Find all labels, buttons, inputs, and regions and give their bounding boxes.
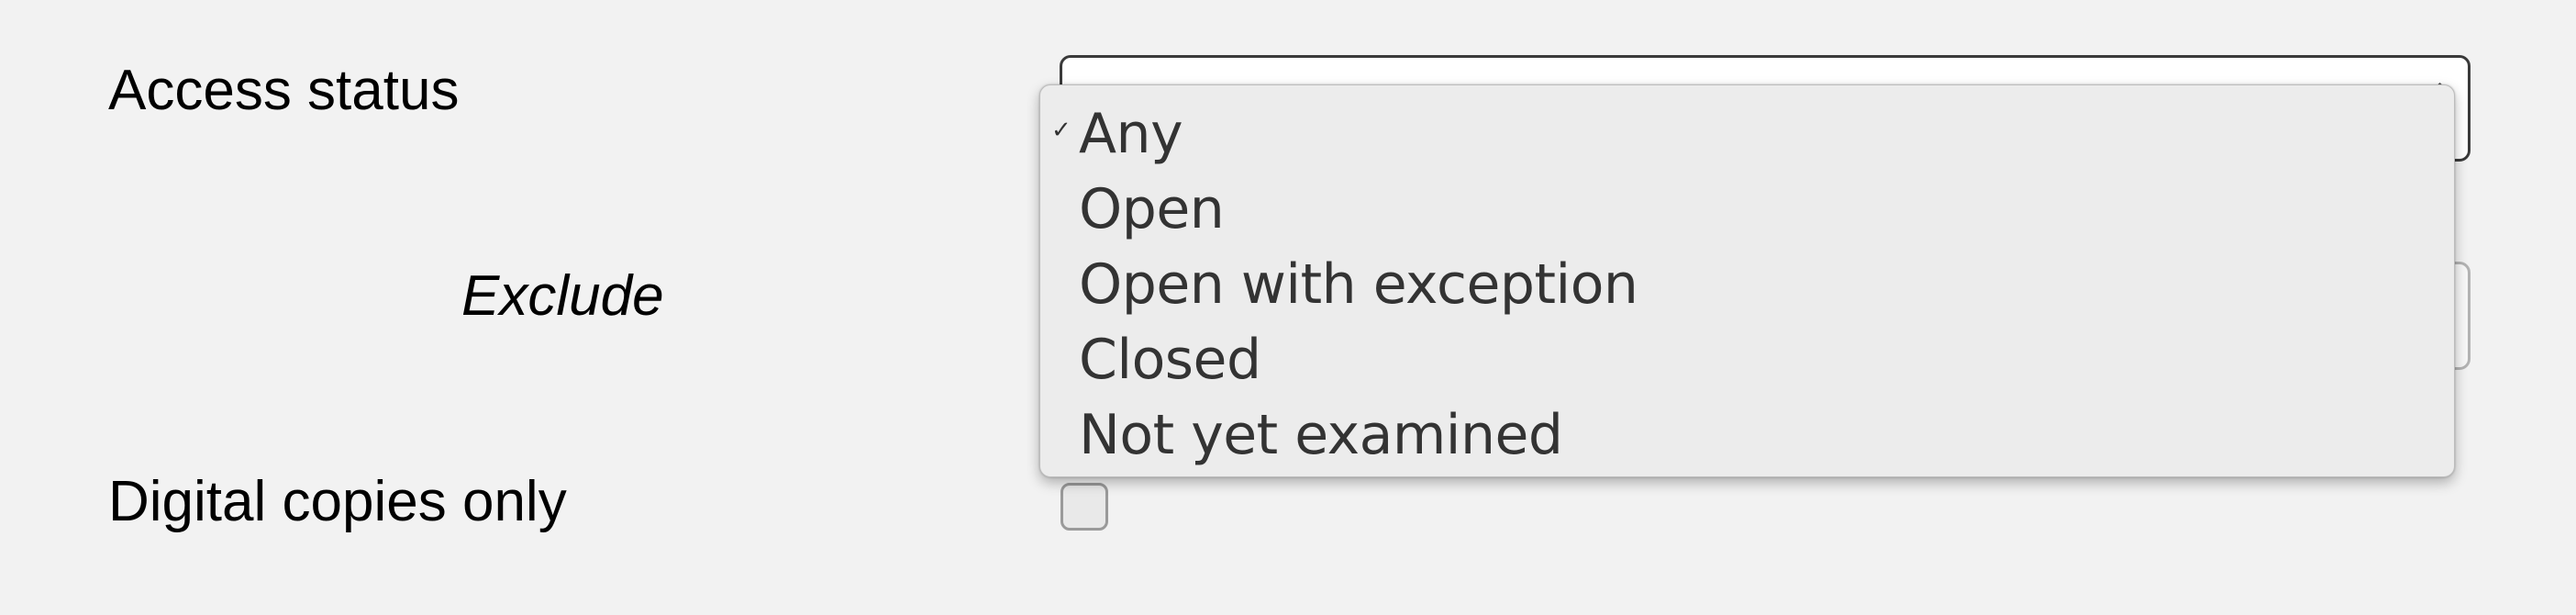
option-open-with-exception[interactable]: Open with exception <box>1040 247 2454 322</box>
digital-copies-label: Digital copies only <box>108 470 567 533</box>
access-status-dropdown-menu: ✓ Any Open Open with exception Closed No… <box>1039 84 2455 477</box>
option-not-yet-examined[interactable]: Not yet examined <box>1040 397 2454 473</box>
option-label: Any <box>1079 102 1183 166</box>
digital-copies-checkbox[interactable] <box>1060 483 1108 531</box>
option-label: Not yet examined <box>1079 403 1563 467</box>
option-open[interactable]: Open <box>1040 172 2454 247</box>
exclude-label: Exclude <box>461 264 664 328</box>
checkmark-icon: ✓ <box>1051 117 1071 144</box>
search-filter-form: Access status ⬍ Exclude Digital copies o… <box>0 0 2576 615</box>
access-status-label: Access status <box>108 59 460 122</box>
option-closed[interactable]: Closed <box>1040 322 2454 397</box>
option-any[interactable]: ✓ Any <box>1040 96 2454 172</box>
option-label: Open with exception <box>1079 252 1638 317</box>
option-label: Open <box>1079 177 1225 241</box>
option-label: Closed <box>1079 328 1261 392</box>
